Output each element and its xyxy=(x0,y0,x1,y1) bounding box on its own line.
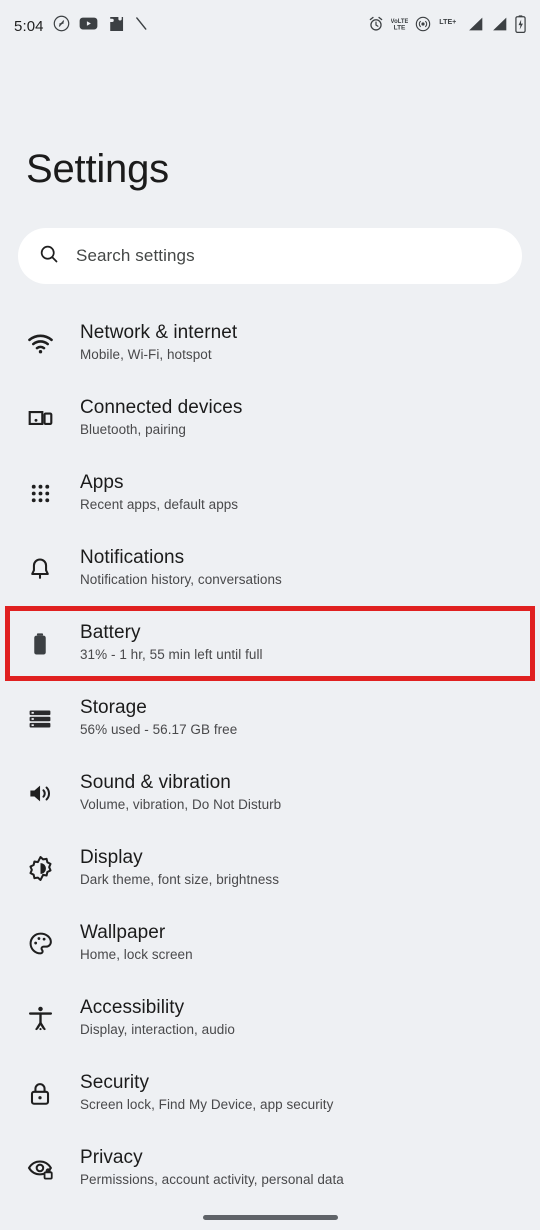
status-bar-right: VoLTE LTE LTE+ xyxy=(368,14,526,38)
signal-bars-2-icon xyxy=(491,16,508,37)
bell-icon xyxy=(20,556,60,582)
settings-row-accessibility[interactable]: Accessibility Display, interaction, audi… xyxy=(0,981,540,1056)
settings-row-connected-devices[interactable]: Connected devices Bluetooth, pairing xyxy=(0,381,540,456)
status-bar-left: 5:04 xyxy=(14,15,149,38)
apps-grid-icon xyxy=(20,481,60,506)
settings-row-notifications[interactable]: Notifications Notification history, conv… xyxy=(0,531,540,606)
navigation-bar xyxy=(0,1204,540,1230)
settings-row-sound-vibration[interactable]: Sound & vibration Volume, vibration, Do … xyxy=(0,756,540,831)
row-title: Notifications xyxy=(80,547,185,569)
row-subtitle: 56% used - 56.17 GB free xyxy=(80,722,238,738)
lock-icon xyxy=(20,1081,60,1107)
row-subtitle: Display, interaction, audio xyxy=(80,1022,235,1038)
settings-row-storage[interactable]: Storage 56% used - 56.17 GB free xyxy=(0,681,540,756)
search-icon xyxy=(38,243,60,270)
row-title: Connected devices xyxy=(80,397,243,419)
row-subtitle: Screen lock, Find My Device, app securit… xyxy=(80,1097,334,1113)
svg-text:LTE: LTE xyxy=(394,24,406,31)
settings-row-content: Sound & vibration Volume, vibration, Do … xyxy=(80,773,281,813)
row-subtitle: Notification history, conversations xyxy=(80,572,282,588)
signal-bars-1-icon xyxy=(467,16,484,37)
settings-row-content: Network & internet Mobile, Wi-Fi, hotspo… xyxy=(80,323,237,363)
hotspot-icon xyxy=(415,16,431,37)
youtube-icon xyxy=(79,16,98,36)
settings-row-apps[interactable]: Apps Recent apps, default apps xyxy=(0,456,540,531)
brightness-icon xyxy=(20,855,60,882)
row-subtitle: Recent apps, default apps xyxy=(80,497,239,513)
home-gesture-handle[interactable] xyxy=(202,1214,338,1220)
volte-icon: VoLTE LTE xyxy=(391,16,409,37)
settings-row-wallpaper[interactable]: Wallpaper Home, lock screen xyxy=(0,906,540,981)
settings-row-privacy[interactable]: Privacy Permissions, account activity, p… xyxy=(0,1131,540,1206)
battery-charging-icon xyxy=(515,14,526,38)
settings-row-security[interactable]: Security Screen lock, Find My Device, ap… xyxy=(0,1056,540,1131)
lte-plus-icon: LTE+ xyxy=(438,16,460,37)
search-input[interactable]: Search settings xyxy=(18,228,522,284)
settings-row-content: Display Dark theme, font size, brightnes… xyxy=(80,848,279,888)
row-title: Storage xyxy=(80,697,147,719)
row-subtitle: Volume, vibration, Do Not Disturb xyxy=(80,797,282,813)
row-title: Security xyxy=(80,1072,150,1094)
row-subtitle: Mobile, Wi-Fi, hotspot xyxy=(80,347,212,363)
settings-row-content: Security Screen lock, Find My Device, ap… xyxy=(80,1073,333,1113)
devices-icon xyxy=(20,405,60,432)
settings-row-content: Notifications Notification history, conv… xyxy=(80,548,282,588)
settings-row-content: Privacy Permissions, account activity, p… xyxy=(80,1148,344,1188)
row-title: Sound & vibration xyxy=(80,772,231,794)
row-subtitle: Bluetooth, pairing xyxy=(80,422,186,438)
alarm-icon xyxy=(368,16,384,37)
settings-row-content: Apps Recent apps, default apps xyxy=(80,473,238,513)
row-subtitle: Dark theme, font size, brightness xyxy=(80,872,279,888)
status-bar: 5:04 VoLTE LTE LTE+ xyxy=(0,0,540,52)
search-container: Search settings xyxy=(0,189,540,284)
page-title: Settings xyxy=(26,147,169,191)
row-title: Accessibility xyxy=(80,997,185,1019)
slash-icon xyxy=(134,15,149,37)
accessibility-icon xyxy=(20,1005,60,1032)
settings-row-content: Battery 31% - 1 hr, 55 min left until fu… xyxy=(80,623,263,663)
wifi-icon xyxy=(20,330,60,357)
svg-text:LTE+: LTE+ xyxy=(439,18,456,26)
settings-row-content: Accessibility Display, interaction, audi… xyxy=(80,998,235,1038)
volume-icon xyxy=(20,780,60,807)
row-title: Apps xyxy=(80,472,124,494)
eye-lock-icon xyxy=(20,1155,60,1182)
search-placeholder-text: Search settings xyxy=(76,246,195,265)
row-title: Privacy xyxy=(80,1147,143,1169)
row-subtitle: 31% - 1 hr, 55 min left until full xyxy=(80,647,263,663)
row-title: Battery xyxy=(80,622,141,644)
shazam-icon xyxy=(53,15,70,37)
row-subtitle: Home, lock screen xyxy=(80,947,193,963)
palette-icon xyxy=(20,930,60,957)
settings-row-content: Connected devices Bluetooth, pairing xyxy=(80,398,242,438)
svg-text:VoLTE: VoLTE xyxy=(391,18,408,24)
settings-row-display[interactable]: Display Dark theme, font size, brightnes… xyxy=(0,831,540,906)
storage-icon xyxy=(20,706,60,732)
row-title: Network & internet xyxy=(80,322,238,344)
row-title: Wallpaper xyxy=(80,922,166,944)
battery-icon xyxy=(20,631,60,657)
status-bar-clock: 5:04 xyxy=(14,17,44,35)
settings-list: Network & internet Mobile, Wi-Fi, hotspo… xyxy=(0,284,540,1206)
settings-row-network-internet[interactable]: Network & internet Mobile, Wi-Fi, hotspo… xyxy=(0,306,540,381)
settings-row-battery[interactable]: Battery 31% - 1 hr, 55 min left until fu… xyxy=(0,606,540,681)
settings-row-content: Storage 56% used - 56.17 GB free xyxy=(80,698,237,738)
settings-row-content: Wallpaper Home, lock screen xyxy=(80,923,193,963)
row-title: Display xyxy=(80,847,143,869)
puzzle-piece-icon xyxy=(107,15,125,38)
row-subtitle: Permissions, account activity, personal … xyxy=(80,1172,344,1188)
